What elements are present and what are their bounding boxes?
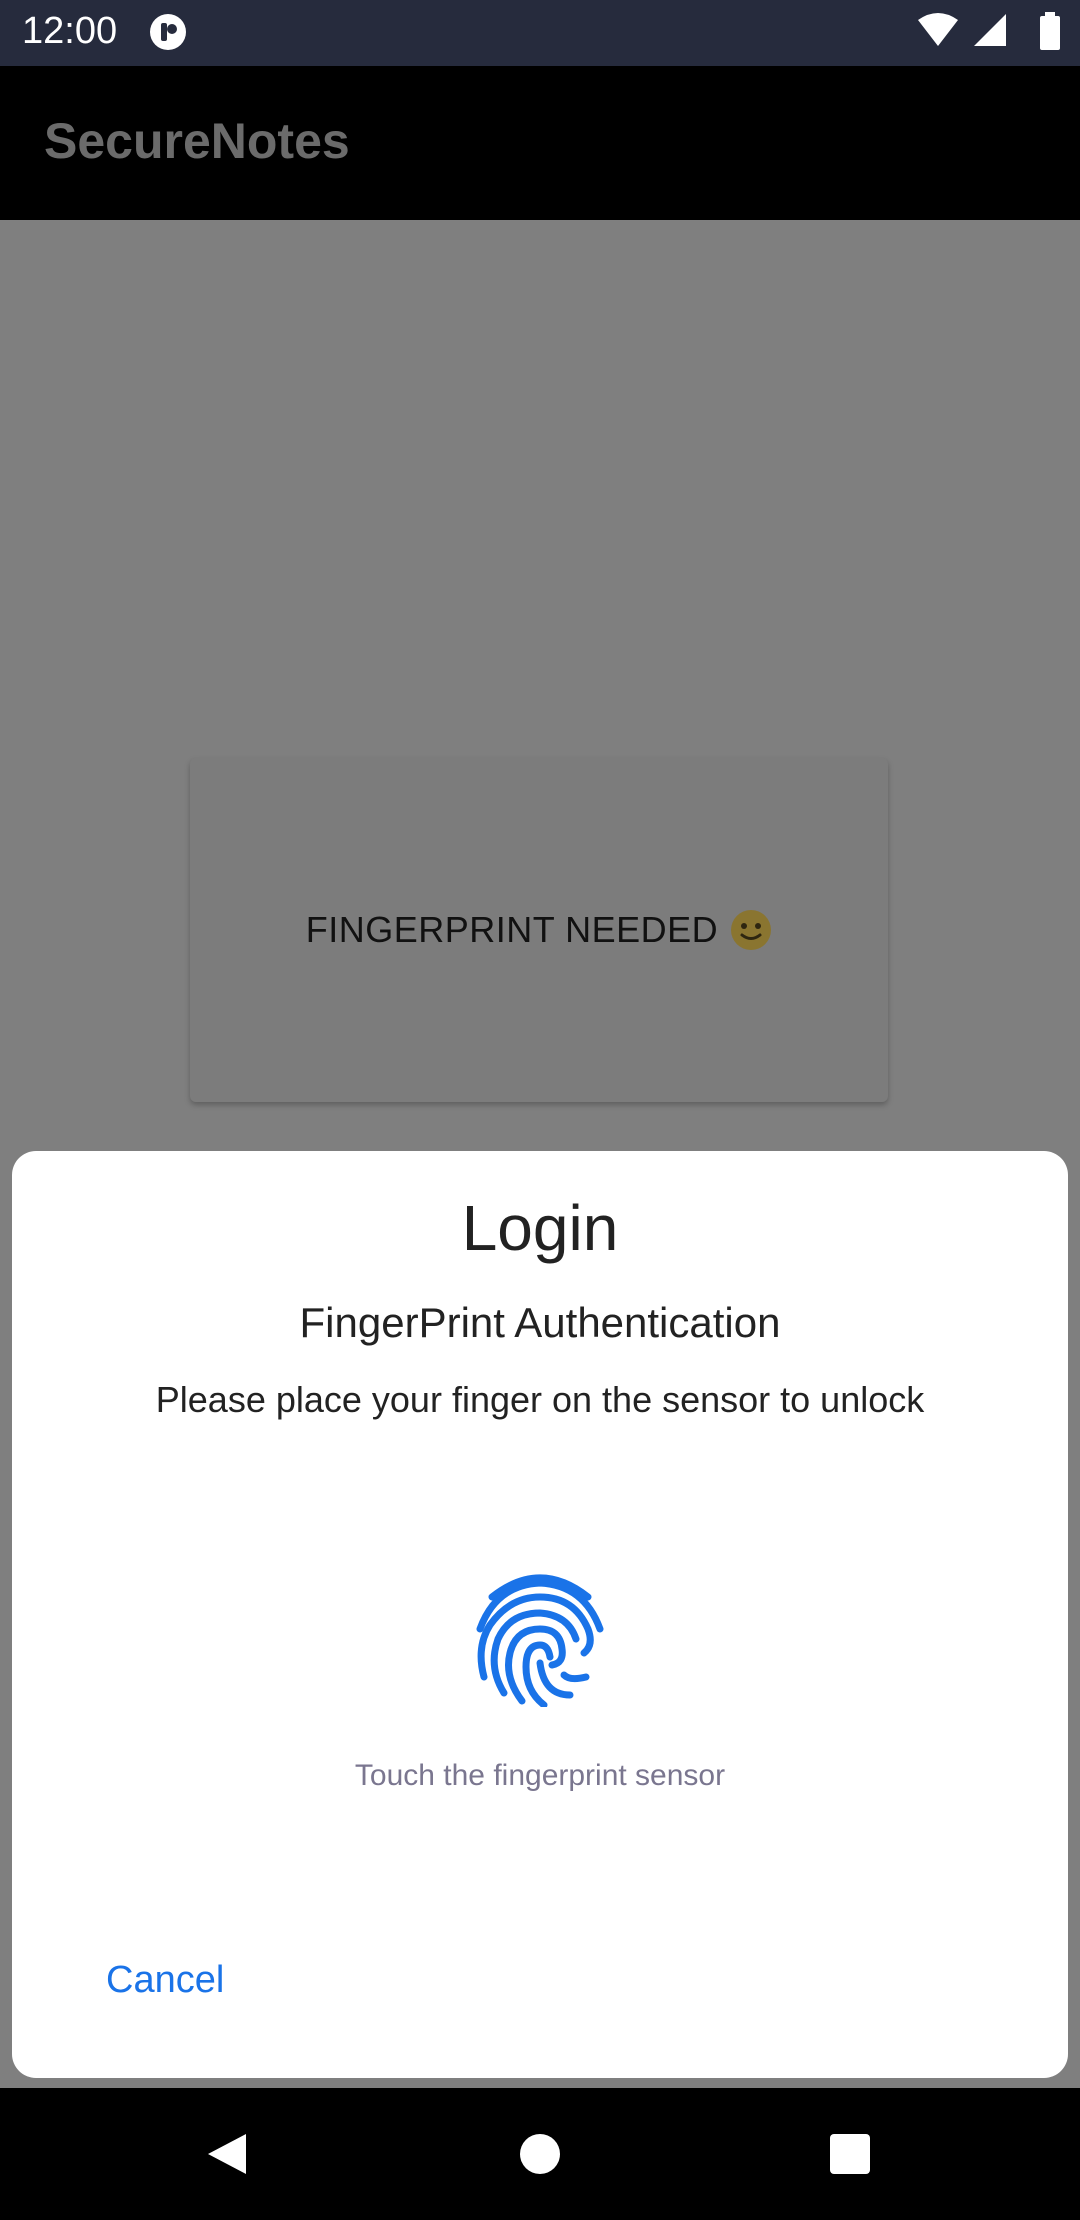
fingerprint-hint: Touch the fingerprint sensor (354, 1759, 726, 1792)
recents-icon[interactable] (828, 2132, 872, 2176)
cancel-button[interactable]: Cancel (94, 1951, 236, 2010)
battery-icon (1040, 12, 1060, 50)
screen: 12:00 SecureNotes FINGERPRINT NEEDED Log… (0, 0, 1080, 2220)
card-label-row: FINGERPRINT NEEDED (190, 758, 888, 1102)
app-title: SecureNotes (44, 113, 350, 169)
back-icon[interactable] (204, 2132, 248, 2176)
signal-icon (974, 14, 1006, 46)
home-icon[interactable] (518, 2132, 562, 2176)
wifi-icon (918, 13, 958, 46)
notification-icon (148, 12, 188, 52)
dialog-title: Login (461, 1192, 619, 1264)
biometric-dialog: Login FingerPrint Authentication Please … (12, 1151, 1068, 2078)
smiley-emoji-icon (731, 910, 772, 950)
status-time: 12:00 (22, 10, 118, 52)
card-text: FINGERPRINT NEEDED (305, 909, 719, 950)
navigation-bar (0, 2088, 1080, 2220)
fingerprint-icon (476, 1574, 604, 1707)
dialog-description: Please place your finger on the sensor t… (155, 1379, 925, 1420)
app-bar: SecureNotes (0, 66, 1080, 220)
fingerprint-needed-card: FINGERPRINT NEEDED (190, 758, 888, 1102)
dialog-subtitle: FingerPrint Authentication (299, 1299, 781, 1346)
status-bar: 12:00 (0, 0, 1080, 66)
